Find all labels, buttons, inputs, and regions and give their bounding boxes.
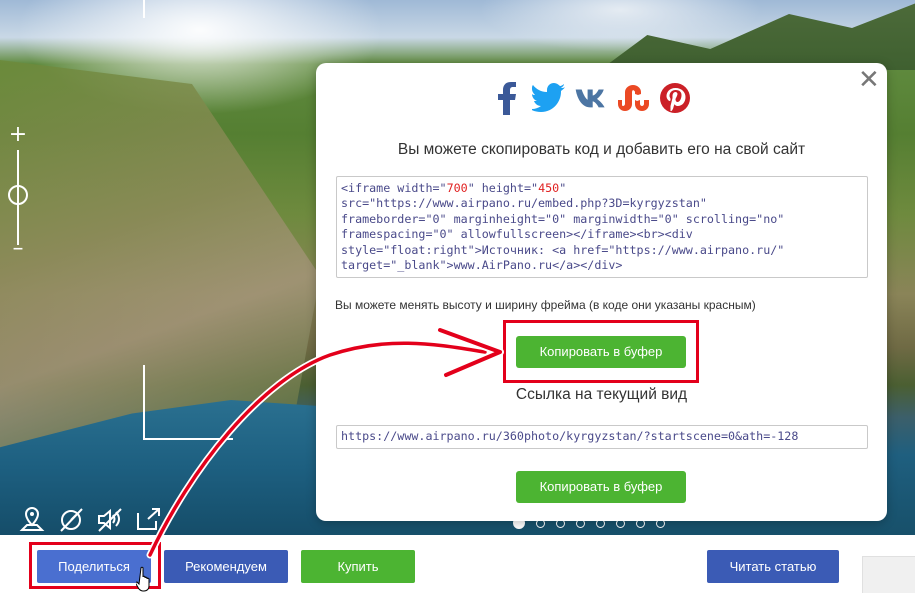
code-text: frameborder="0" marginheight="0" marginw… — [341, 211, 785, 226]
copy-link-button[interactable]: Копировать в буфер — [516, 471, 686, 503]
code-line: target="_blank">www.AirPano.ru</a></div> — [341, 258, 863, 273]
code-text: src="https://www.airpano.ru/embed.php?3D… — [341, 196, 707, 211]
code-line: framespacing="0" allowfullscreen></ifram… — [341, 227, 863, 242]
recommend-button[interactable]: Рекомендуем — [164, 550, 288, 583]
share-modal: ✕ Вы можете скопировать код и добавить е… — [316, 63, 887, 521]
code-text: " height=" — [467, 181, 539, 195]
code-text: target="_blank">www.AirPano.ru</a></div> — [341, 258, 623, 273]
zoom-slider-handle[interactable] — [8, 185, 28, 205]
frame-size-value: 700 — [446, 181, 468, 195]
code-text: style="float:right">Источник: <a href="h… — [341, 242, 785, 257]
highlight-copy-button — [503, 320, 699, 383]
code-line: src="https://www.airpano.ru/embed.php?3D… — [341, 196, 863, 211]
embed-code-textarea[interactable]: <iframe width="700" height="450" src="htt… — [336, 176, 868, 278]
frame-corner-line — [143, 0, 145, 18]
code-line: style="float:right">Источник: <a href="h… — [341, 243, 863, 258]
frame-corner-line — [143, 365, 145, 440]
code-text: <iframe width=" — [341, 181, 447, 195]
side-panel-edge — [862, 556, 915, 593]
pinterest-icon[interactable] — [658, 81, 692, 115]
fullscreen-icon[interactable] — [134, 505, 162, 533]
current-view-url-field[interactable]: https://www.airpano.ru/360photo/kyrgyzst… — [336, 425, 868, 449]
frame-size-value: 450 — [538, 181, 560, 195]
social-share-icons — [490, 81, 692, 115]
code-text: framespacing="0" allowfullscreen></ifram… — [341, 227, 693, 242]
modal-title: Вы можете скопировать код и добавить его… — [397, 141, 806, 158]
twitter-icon[interactable] — [532, 81, 566, 115]
code-line: frameborder="0" marginheight="0" marginw… — [341, 212, 863, 227]
facebook-icon[interactable] — [490, 81, 524, 115]
code-line: <iframe width="700" height="450" — [341, 181, 863, 196]
map-pin-icon[interactable] — [18, 505, 46, 533]
sound-off-icon[interactable] — [95, 505, 123, 533]
hand-cursor-icon — [136, 566, 150, 592]
size-hint-text: Вы можете менять высоту и ширину фрейма … — [335, 298, 756, 312]
current-view-link-label: Ссылка на текущий вид — [515, 386, 688, 403]
zoom-in-button[interactable]: + — [8, 124, 28, 146]
close-icon[interactable]: ✕ — [858, 67, 880, 93]
stumbleupon-icon[interactable] — [616, 81, 650, 115]
gyro-off-icon[interactable] — [57, 505, 85, 533]
read-article-button[interactable]: Читать статью — [707, 550, 839, 583]
frame-corner-line — [143, 438, 233, 440]
zoom-out-button[interactable]: – — [8, 238, 28, 260]
page: + – ✕ Вы можете скопировать код и добави… — [0, 0, 915, 593]
vk-icon[interactable] — [574, 81, 608, 115]
buy-button[interactable]: Купить — [301, 550, 415, 583]
mountain-ridge — [600, 3, 915, 70]
code-text: " — [559, 181, 567, 195]
